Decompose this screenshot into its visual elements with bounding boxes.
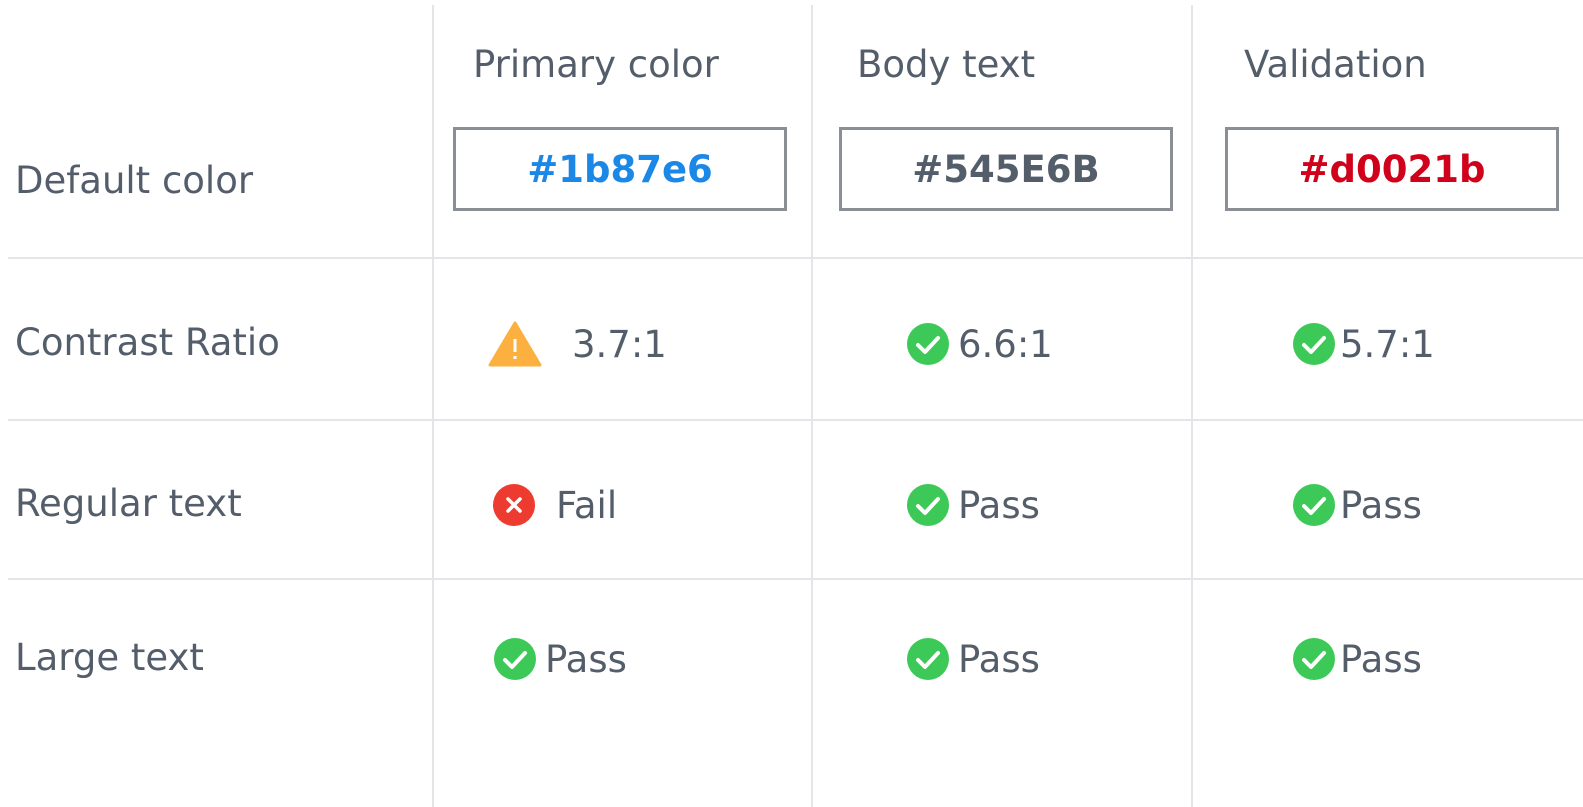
large-primary-cell: Pass <box>493 633 627 685</box>
regular-body-value: Pass <box>958 483 1040 527</box>
row-label-default-color: Default color <box>15 159 254 202</box>
regular-primary-value: Fail <box>556 483 618 527</box>
validation-color-swatch: #d0021b <box>1225 127 1559 211</box>
check-icon <box>906 322 950 366</box>
primary-color-swatch: #1b87e6 <box>453 127 787 211</box>
contrast-primary-value: 3.7:1 <box>572 322 667 366</box>
regular-body-cell: Pass <box>906 479 1040 531</box>
large-body-cell: Pass <box>906 633 1040 685</box>
regular-validation-value: Pass <box>1340 483 1422 527</box>
contrast-body-value: 6.6:1 <box>958 322 1053 366</box>
check-icon <box>1292 483 1336 527</box>
large-validation-value: Pass <box>1340 637 1422 681</box>
regular-primary-cell: Fail <box>492 479 617 531</box>
column-divider <box>432 5 434 807</box>
body-text-color-hex: #545E6B <box>912 147 1100 191</box>
row-divider <box>8 257 1583 259</box>
primary-color-hex: #1b87e6 <box>527 147 713 191</box>
check-icon <box>906 637 950 681</box>
body-text-color-swatch: #545E6B <box>839 127 1173 211</box>
check-icon <box>906 483 950 527</box>
column-header-primary: Primary color <box>473 43 719 86</box>
contrast-validation-value: 5.7:1 <box>1340 322 1435 366</box>
row-label-contrast-ratio: Contrast Ratio <box>15 321 280 364</box>
contrast-body-cell: 6.6:1 <box>906 318 1053 370</box>
column-header-validation: Validation <box>1244 43 1427 86</box>
validation-color-hex: #d0021b <box>1298 147 1486 191</box>
regular-validation-cell: Pass <box>1292 479 1422 531</box>
column-header-body-text: Body text <box>857 43 1036 86</box>
contrast-validation-cell: 5.7:1 <box>1292 318 1435 370</box>
error-icon <box>492 483 536 527</box>
row-divider <box>8 578 1583 580</box>
row-divider <box>8 419 1583 421</box>
warning-icon <box>488 320 542 368</box>
row-label-large-text: Large text <box>15 636 204 679</box>
row-label-regular-text: Regular text <box>15 482 242 525</box>
column-divider <box>811 5 813 807</box>
large-validation-cell: Pass <box>1292 633 1422 685</box>
large-primary-value: Pass <box>545 637 627 681</box>
contrast-primary-cell: 3.7:1 <box>488 318 667 370</box>
check-icon <box>1292 322 1336 366</box>
check-icon <box>493 637 537 681</box>
large-body-value: Pass <box>958 637 1040 681</box>
contrast-table: Primary color Body text Validation Defau… <box>0 0 1583 807</box>
check-icon <box>1292 637 1336 681</box>
column-divider <box>1191 5 1193 807</box>
